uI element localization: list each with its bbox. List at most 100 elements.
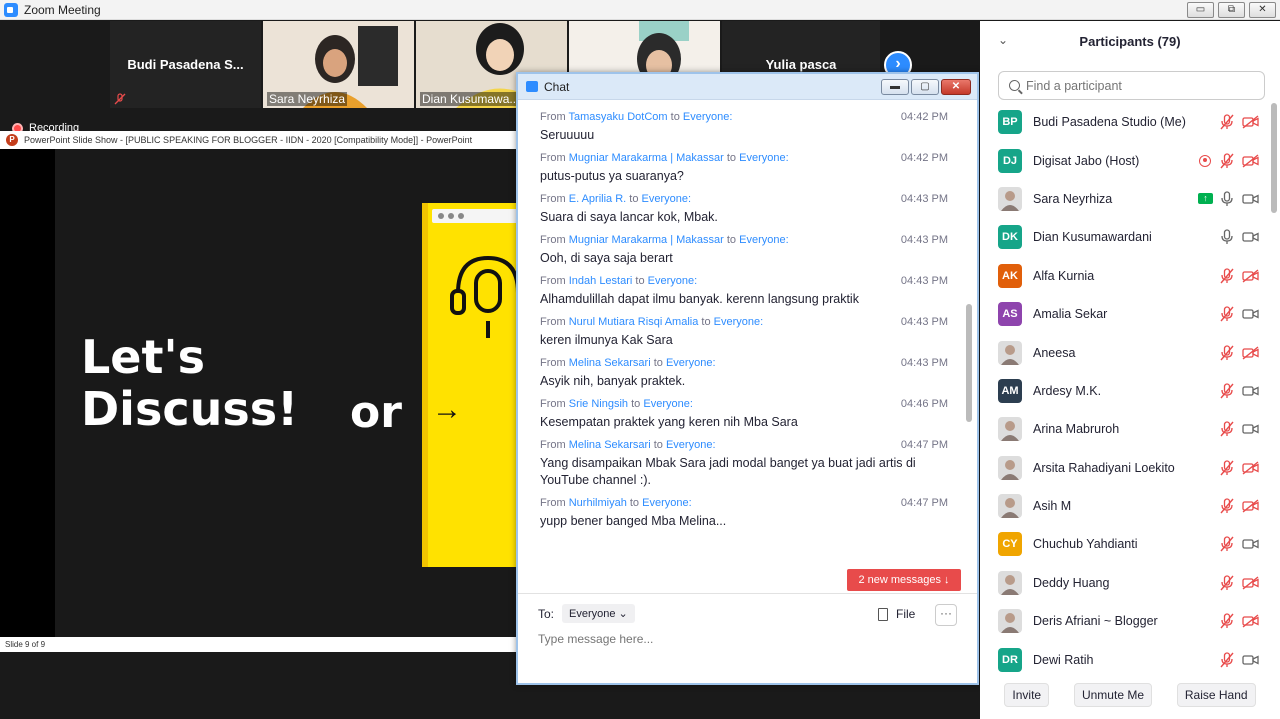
mic-muted-icon[interactable] <box>1220 613 1234 629</box>
video-icon[interactable] <box>1242 307 1259 321</box>
avatar <box>998 340 1022 365</box>
video-icon[interactable] <box>1242 422 1259 436</box>
sender-name[interactable]: E. Aprilia R. <box>569 193 626 205</box>
video-off-icon[interactable] <box>1242 499 1259 513</box>
participant-thumb[interactable]: Budi Pasadena S... <box>110 21 261 108</box>
sender-name[interactable]: Tamasyaku DotCom <box>569 111 668 123</box>
chat-message-header: From Nurhilmiyah to Everyone: <box>540 497 962 512</box>
mic-muted-icon[interactable] <box>1220 498 1234 514</box>
mic-muted-icon[interactable] <box>1220 344 1234 361</box>
slide-heading-line1: Let's <box>81 330 205 384</box>
participant-row[interactable]: Deris Afriani ~ Blogger <box>980 602 1270 640</box>
recipient-name: Everyone: <box>643 398 693 410</box>
participant-search[interactable] <box>998 71 1265 100</box>
mic-muted-icon[interactable] <box>1220 152 1234 169</box>
participant-row[interactable]: AS Amalia Sekar <box>980 295 1270 333</box>
restore-button[interactable]: ⧉ <box>1218 2 1245 18</box>
sender-name[interactable]: Mugniar Marakarma | Makassar <box>569 152 724 164</box>
video-off-icon[interactable] <box>1242 115 1259 129</box>
participant-row[interactable]: CY Chuchub Yahdianti <box>980 525 1270 563</box>
participant-row[interactable]: DK Dian Kusumawardani <box>980 218 1270 256</box>
sender-name[interactable]: Melina Sekarsari <box>569 439 651 451</box>
mic-muted-icon[interactable] <box>1220 652 1234 668</box>
chat-titlebar: Chat ▬ ▢ ✕ <box>518 74 977 100</box>
message-input[interactable] <box>538 632 938 646</box>
to-word: to <box>726 234 737 246</box>
chat-maximize-button[interactable]: ▢ <box>911 79 939 95</box>
mic-muted-icon[interactable] <box>1220 268 1234 284</box>
participant-row[interactable]: BP Budi Pasadena Studio (Me) <box>980 103 1270 141</box>
mic-muted-icon[interactable] <box>1220 460 1234 476</box>
minimize-button[interactable]: ▭ <box>1187 2 1214 18</box>
slide-heading: Let's Discuss! <box>81 331 298 435</box>
video-off-icon[interactable] <box>1242 269 1259 283</box>
mic-muted-icon[interactable] <box>1220 575 1234 591</box>
mic-muted-icon[interactable] <box>1220 114 1234 130</box>
participants-scrollbar-thumb[interactable] <box>1271 103 1277 213</box>
sender-name[interactable]: Mugniar Marakarma | Makassar <box>569 234 724 246</box>
chat-minimize-button[interactable]: ▬ <box>881 79 909 95</box>
sender-name[interactable]: Srie Ningsih <box>569 398 628 410</box>
participant-video[interactable]: Sara Neyrhiza <box>263 21 414 108</box>
slide-card-toolbar <box>432 209 518 223</box>
mic-muted-icon[interactable] <box>1220 536 1234 552</box>
participant-row[interactable]: Arsita Rahadiyani Loekito <box>980 449 1270 487</box>
video-off-icon[interactable] <box>1242 154 1259 168</box>
sender-name[interactable]: Melina Sekarsari <box>569 357 651 369</box>
file-button[interactable]: File <box>878 607 915 621</box>
to-word: to <box>726 152 737 164</box>
video-icon[interactable] <box>1242 537 1259 551</box>
message-text: putus-putus ya suaranya? <box>540 169 684 183</box>
participants-footer: Invite Unmute Me Raise Hand <box>980 683 1280 707</box>
video-off-icon[interactable] <box>1242 345 1259 360</box>
avatar: AS <box>998 302 1022 327</box>
video-off-icon[interactable] <box>1242 461 1259 475</box>
participant-row[interactable]: DJ Digisat Jabo (Host) <box>980 141 1270 179</box>
new-messages-button[interactable]: 2 new messages ↓ <box>847 569 961 591</box>
participant-row[interactable]: AK Alfa Kurnia <box>980 257 1270 295</box>
invite-button[interactable]: Invite <box>1004 683 1050 707</box>
participant-row[interactable]: AM Ardesy M.K. <box>980 372 1270 410</box>
participant-row[interactable]: DR Dewi Ratih <box>980 640 1270 678</box>
mic-muted-icon[interactable] <box>1220 306 1234 322</box>
participant-row[interactable]: Sara Neyrhiza ↑ <box>980 180 1270 218</box>
chat-message: From Nurul Mutiara Risqi Amalia to Every… <box>540 316 962 349</box>
video-icon[interactable] <box>1242 653 1259 667</box>
chat-scrollbar-thumb[interactable] <box>966 304 972 422</box>
participant-row[interactable]: Deddy Huang <box>980 564 1270 602</box>
mic-muted-icon[interactable] <box>1220 421 1234 437</box>
raise-hand-button[interactable]: Raise Hand <box>1176 683 1256 707</box>
video-off-icon[interactable] <box>1242 614 1259 628</box>
recipient-name: Everyone: <box>642 497 692 509</box>
sender-name[interactable]: Nurhilmiyah <box>569 497 630 509</box>
mic-icon[interactable] <box>1220 229 1234 245</box>
participant-row[interactable]: Aneesa <box>980 333 1270 371</box>
participant-video-name: Sara Neyrhiza <box>267 92 348 106</box>
slide-or-text: or <box>350 387 402 438</box>
participants-scrollbar[interactable] <box>1271 103 1277 668</box>
recipient-dropdown[interactable]: Everyone ⌄ <box>562 604 635 623</box>
participant-search-input[interactable] <box>1026 78 1256 93</box>
video-icon[interactable] <box>1242 384 1259 398</box>
sender-name[interactable]: Nurul Mutiara Risqi Amalia <box>569 316 699 328</box>
avatar: AK <box>998 263 1022 288</box>
chat-message-header: From Melina Sekarsari to Everyone: <box>540 439 962 454</box>
chat-message: From Srie Ningsih to Everyone: 04:46 PM Ke… <box>540 398 962 431</box>
mic-muted-icon[interactable] <box>1220 383 1234 399</box>
chat-scrollbar[interactable] <box>965 104 973 590</box>
more-options-button[interactable]: ··· <box>935 604 957 626</box>
dot-icon <box>458 213 464 219</box>
mic-icon[interactable] <box>1220 191 1234 207</box>
participant-row[interactable]: Asih M <box>980 487 1270 525</box>
chat-close-button[interactable]: ✕ <box>941 79 971 95</box>
chat-message-list[interactable]: From Tamasyaku DotCom to Everyone: 04:42 … <box>518 102 962 592</box>
participant-row[interactable]: Arina Mabruroh <box>980 410 1270 448</box>
participant-name: Sara Neyrhiza <box>1033 191 1113 206</box>
video-icon[interactable] <box>1242 230 1259 244</box>
unmute-me-button[interactable]: Unmute Me <box>1073 683 1152 707</box>
video-icon[interactable] <box>1242 192 1259 206</box>
video-off-icon[interactable] <box>1242 576 1259 590</box>
close-button[interactable]: ✕ <box>1249 2 1276 18</box>
sender-name[interactable]: Indah Lestari <box>569 275 633 287</box>
recipient-name: Everyone: <box>665 439 716 451</box>
